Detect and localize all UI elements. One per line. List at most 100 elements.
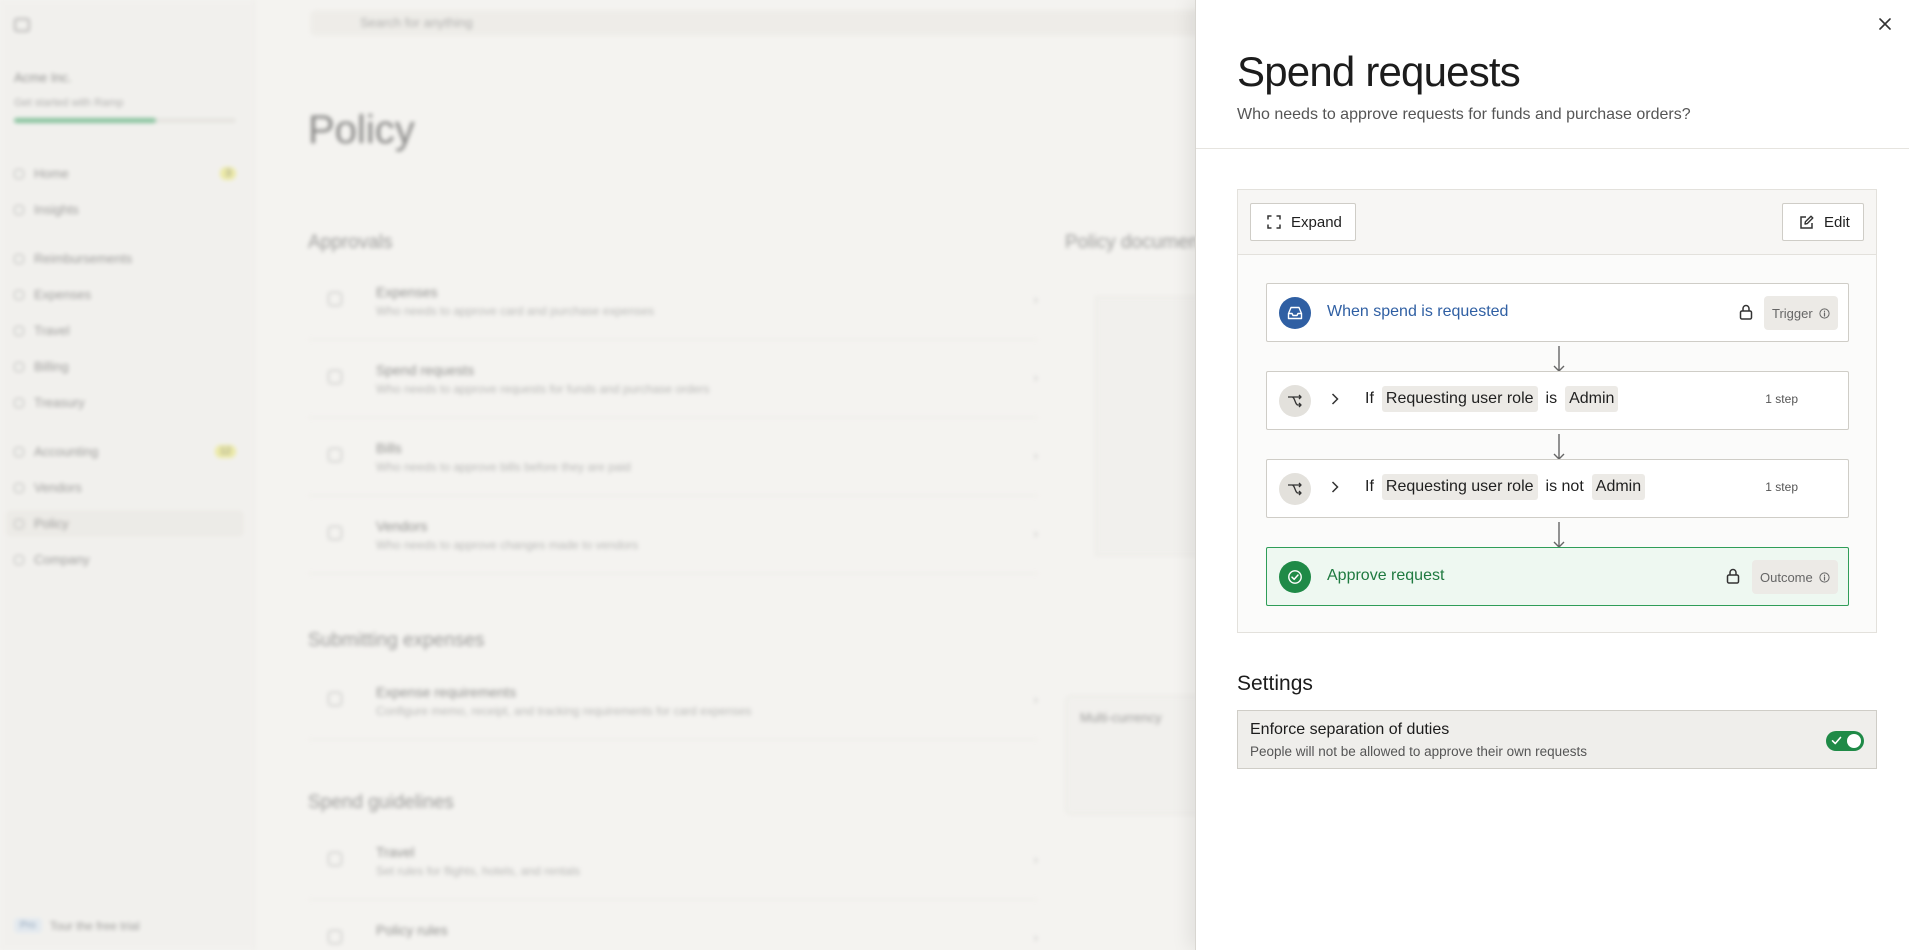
sidebar-toggle-icon[interactable] (14, 18, 30, 32)
reimbursements-icon (14, 253, 24, 264)
chevron-right-icon: › (1033, 292, 1038, 307)
check-icon (1831, 736, 1842, 745)
step-count: 1 step (1765, 480, 1798, 494)
chevron-right-icon: › (1033, 370, 1038, 385)
setting-title: Enforce separation of duties (1250, 721, 1450, 738)
branch-icon (1279, 473, 1311, 505)
section-submitting: Submitting expenses (308, 630, 485, 651)
org-name[interactable]: Acme Inc. (14, 70, 72, 85)
policy-row[interactable]: Vendors Who needs to approve changes made… (308, 504, 1038, 574)
trigger-tag: Trigger (1764, 296, 1838, 330)
vendors-icon (328, 526, 342, 540)
sidebar-item-policy[interactable]: Policy (6, 510, 244, 537)
travel-icon (328, 852, 342, 866)
section-guidelines: Spend guidelines (308, 792, 454, 813)
field-chip: Requesting user role (1381, 474, 1538, 500)
approval-flow: Expand Edit When spend is requested Trig… (1237, 189, 1877, 633)
condition-node[interactable]: If Requesting user role is Admin 1 step (1266, 371, 1849, 430)
chevron-right-icon[interactable] (1331, 480, 1339, 498)
policy-row[interactable]: Bills Who needs to approve bills before t… (308, 426, 1038, 496)
sidebar: Acme Inc. Get started with Ramp Home 3 In… (0, 0, 255, 950)
billing-icon (14, 361, 24, 372)
trigger-title: When spend is requested (1327, 303, 1509, 320)
close-icon (1879, 18, 1891, 30)
chevron-right-icon: › (1033, 930, 1038, 945)
branch-icon (1279, 385, 1311, 417)
field-chip: Requesting user role (1381, 386, 1538, 412)
separation-toggle[interactable] (1826, 731, 1864, 751)
requirements-icon (328, 692, 342, 706)
condition-node[interactable]: If Requesting user role is not Admin 1 s… (1266, 459, 1849, 518)
sidebar-item-company[interactable]: Company (14, 552, 236, 567)
sidebar-item-vendors[interactable]: Vendors (14, 480, 236, 495)
condition-expression: If Requesting user role is not Admin (1365, 474, 1646, 500)
insights-icon (14, 204, 24, 215)
sidebar-item-home[interactable]: Home 3 (14, 166, 236, 181)
setup-text[interactable]: Get started with Ramp (14, 97, 123, 109)
expand-icon (1267, 215, 1281, 229)
policy-icon (14, 518, 24, 529)
policy-row[interactable]: Spend requests Who needs to approve reque… (308, 348, 1038, 418)
expand-label: Expand (1291, 213, 1342, 231)
outcome-tag: Outcome (1752, 560, 1838, 594)
sidebar-item-insights[interactable]: Insights (14, 202, 236, 217)
edit-button[interactable]: Edit (1782, 203, 1864, 241)
settings-heading: Settings (1237, 672, 1313, 695)
sidebar-item-reimbursements[interactable]: Reimbursements (14, 251, 236, 266)
step-count: 1 step (1765, 392, 1798, 406)
value-chip: Admin (1591, 474, 1646, 500)
edit-label: Edit (1824, 213, 1850, 231)
sidebar-item-accounting[interactable]: Accounting 12 (14, 444, 236, 459)
expand-button[interactable]: Expand (1250, 203, 1356, 241)
section-policy-document: Policy document (1065, 232, 1205, 253)
outcome-node[interactable]: Approve request Outcome (1266, 547, 1849, 606)
chevron-right-icon: › (1033, 852, 1038, 867)
value-chip: Admin (1565, 386, 1619, 412)
trigger-node[interactable]: When spend is requested Trigger (1266, 283, 1849, 342)
travel-icon (14, 325, 24, 336)
home-icon (14, 168, 24, 179)
sidebar-item-travel[interactable]: Travel (14, 323, 236, 338)
lock-icon (1739, 304, 1753, 325)
drawer-title: Spend requests (1237, 48, 1521, 95)
expenses-icon (328, 292, 342, 306)
check-circle-icon (1279, 561, 1311, 593)
treasury-icon (14, 397, 24, 408)
flow-arrow-icon (1553, 346, 1565, 372)
edit-icon (1800, 215, 1814, 229)
accounting-icon (14, 446, 24, 457)
flow-toolbar: Expand Edit (1238, 190, 1876, 255)
sidebar-item-expenses[interactable]: Expenses (14, 287, 236, 302)
main-content: Search for anything Policy Approvals Exp… (255, 0, 1285, 950)
bills-icon (328, 448, 342, 462)
chevron-right-icon[interactable] (1331, 392, 1339, 410)
divider (1196, 148, 1909, 149)
sidebar-item-treasury[interactable]: Treasury (14, 395, 236, 410)
setup-progress-bar (14, 118, 236, 123)
setting-description: People will not be allowed to approve th… (1250, 744, 1587, 759)
flow-arrow-icon (1553, 522, 1565, 548)
info-icon (1819, 571, 1830, 583)
global-search[interactable]: Search for anything (310, 10, 1270, 36)
separation-of-duties-setting: Enforce separation of duties People will… (1237, 710, 1877, 769)
flow-arrow-icon (1553, 434, 1565, 460)
page-title: Policy (308, 108, 415, 152)
close-button[interactable] (1873, 12, 1897, 36)
policy-row[interactable]: Policy rules › (308, 908, 1038, 950)
policy-row[interactable]: Expense requirements Configure memo, rece… (308, 670, 1038, 740)
drawer-subtitle: Who needs to approve requests for funds … (1237, 106, 1691, 123)
info-icon (1819, 307, 1830, 319)
chevron-right-icon: › (1033, 692, 1038, 707)
sidebar-item-billing[interactable]: Billing (14, 359, 236, 374)
toggle-knob (1847, 734, 1861, 748)
vendors-icon (14, 482, 24, 493)
policy-row[interactable]: Travel Set rules for flights, hotels, and… (308, 830, 1038, 900)
section-approvals: Approvals (308, 232, 393, 253)
outcome-title: Approve request (1327, 567, 1445, 584)
condition-expression: If Requesting user role is Admin (1365, 386, 1619, 412)
policy-row[interactable]: Expenses Who needs to approve card and pu… (308, 270, 1038, 340)
trial-link[interactable]: Pro Tour the free trial (14, 918, 140, 933)
rules-icon (328, 930, 342, 944)
lock-icon (1726, 568, 1740, 589)
inbox-icon (1279, 297, 1311, 329)
